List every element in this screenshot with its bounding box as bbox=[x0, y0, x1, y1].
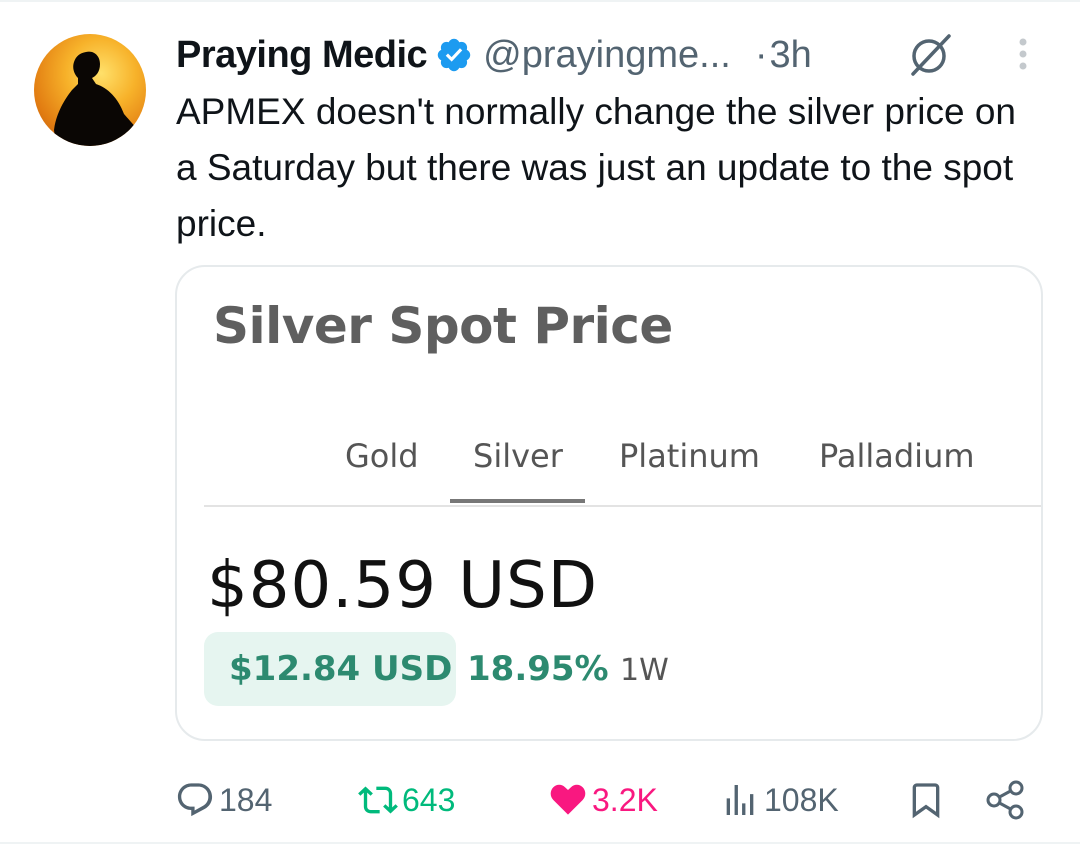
time-separator: · bbox=[754, 33, 768, 76]
spot-price: $80.59 USD bbox=[207, 549, 599, 623]
tweet-header: Praying Medic @prayingme... · 3h bbox=[176, 30, 812, 80]
bottom-divider bbox=[0, 842, 1080, 844]
tweet-text: APMEX doesn't normally change the silver… bbox=[176, 91, 1016, 244]
like-count: 3.2K bbox=[592, 781, 658, 818]
change-percent: 18.95% bbox=[467, 649, 609, 689]
handle[interactable]: @prayingme... bbox=[483, 34, 731, 77]
tabs-divider bbox=[204, 505, 1041, 507]
metal-tabs: Gold Silver Platinum Palladium bbox=[177, 437, 1041, 507]
reply-count: 184 bbox=[219, 781, 273, 818]
views-button[interactable]: 108K bbox=[720, 770, 839, 830]
embedded-image-card[interactable]: Silver Spot Price Gold Silver Platinum P… bbox=[175, 265, 1043, 741]
selected-tab-indicator bbox=[450, 499, 585, 503]
avatar-silhouette bbox=[54, 51, 138, 146]
repost-count: 643 bbox=[402, 781, 456, 818]
views-count: 108K bbox=[764, 781, 839, 818]
tab-gold: Gold bbox=[345, 437, 419, 475]
grok-icon[interactable] bbox=[905, 30, 955, 80]
tab-platinum: Platinum bbox=[619, 437, 760, 475]
timestamp[interactable]: 3h bbox=[769, 34, 811, 77]
display-name[interactable]: Praying Medic bbox=[176, 34, 428, 77]
more-vertical-icon[interactable] bbox=[1008, 36, 1038, 76]
reply-icon bbox=[175, 780, 215, 820]
change-period: 1W bbox=[620, 653, 669, 688]
card-title: Silver Spot Price bbox=[213, 297, 673, 355]
tab-palladium: Palladium bbox=[819, 437, 975, 475]
repost-icon bbox=[358, 780, 398, 820]
tab-silver: Silver bbox=[473, 437, 563, 475]
like-button[interactable]: 3.2K bbox=[548, 770, 658, 830]
avatar[interactable] bbox=[34, 34, 146, 146]
verified-badge-icon[interactable] bbox=[435, 36, 473, 74]
views-icon bbox=[720, 780, 760, 820]
heart-icon bbox=[548, 780, 588, 820]
share-icon[interactable] bbox=[984, 778, 1028, 822]
repost-button[interactable]: 643 bbox=[358, 770, 455, 830]
change-amount: $12.84 USD bbox=[229, 649, 453, 689]
reply-button[interactable]: 184 bbox=[175, 770, 272, 830]
bookmark-icon[interactable] bbox=[906, 778, 946, 822]
top-divider bbox=[0, 0, 1080, 2]
